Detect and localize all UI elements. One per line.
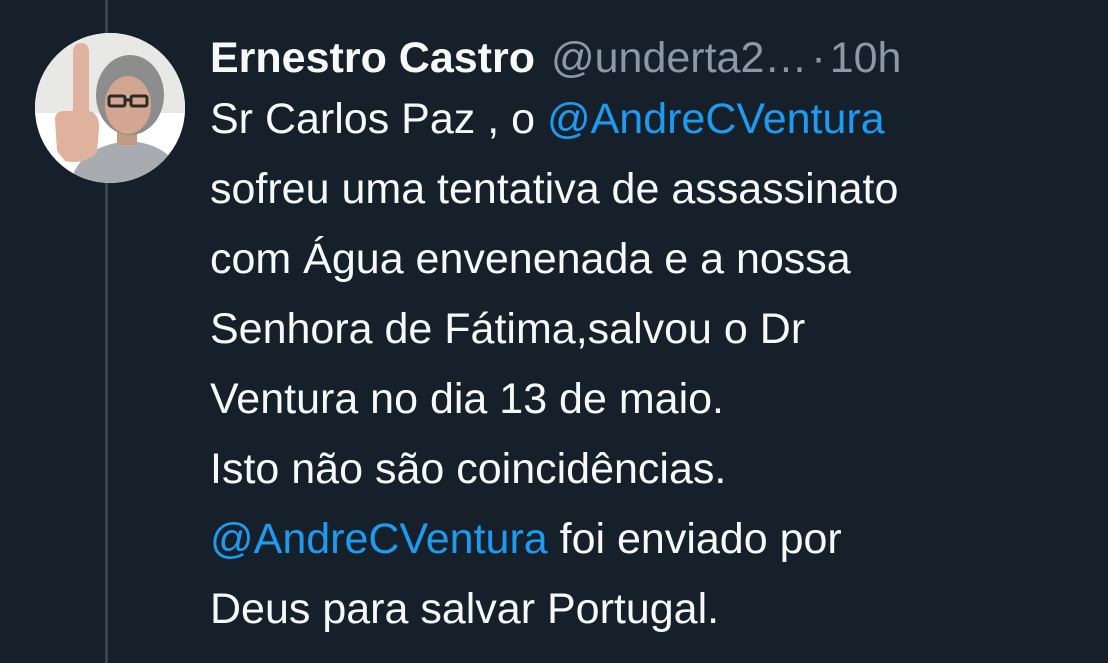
tweet-text-line: sofreu uma tentativa de assassinato xyxy=(210,154,1100,224)
avatar-photo xyxy=(35,33,185,183)
tweet-text-segment: foi enviado por xyxy=(547,515,842,563)
tweet-text-segment: Isto não são coincidências. xyxy=(210,445,727,493)
tweet-text-line: Deus para salvar Portugal. xyxy=(210,574,1100,644)
author-display-name[interactable]: Ernestro Castro xyxy=(210,34,535,83)
tweet-text-line: @AndreCVentura foi enviado por xyxy=(210,504,1100,574)
tweet-text-segment: Deus para salvar Portugal. xyxy=(210,585,720,633)
tweet-text-segment: Senhora de Fátima,salvou o Dr xyxy=(210,305,806,353)
tweet-text-line: Senhora de Fátima,salvou o Dr xyxy=(210,294,1100,364)
tweet-text-line: Isto não são coincidências. xyxy=(210,434,1100,504)
separator-dot: · xyxy=(811,33,826,82)
tweet-text: Sr Carlos Paz , o @AndreCVentura sofreu u… xyxy=(210,84,1100,644)
tweet-text-line: Ventura no dia 13 de maio. xyxy=(210,364,1100,434)
tweet-text-line: com Água envenenada e a nossa xyxy=(210,224,1100,294)
tweet-text-segment: Sr Carlos Paz , o xyxy=(210,95,547,143)
tweet-text-line: Sr Carlos Paz , o @AndreCVentura xyxy=(210,84,1100,154)
tweet-timestamp[interactable]: 10h xyxy=(830,34,902,83)
author-handle[interactable]: @underta2… xyxy=(551,34,807,83)
tweet-header: Ernestro Castro @underta2… · 10h xyxy=(210,30,901,86)
mention-link[interactable]: @AndreCVentura xyxy=(547,95,885,143)
avatar[interactable] xyxy=(35,33,185,183)
mention-link[interactable]: @AndreCVentura xyxy=(210,515,548,563)
tweet-text-segment: Ventura no dia 13 de maio. xyxy=(210,375,724,423)
tweet-text-segment: com Água envenenada e a nossa xyxy=(210,235,851,283)
tweet-text-segment: sofreu uma tentativa de assassinato xyxy=(210,165,899,213)
